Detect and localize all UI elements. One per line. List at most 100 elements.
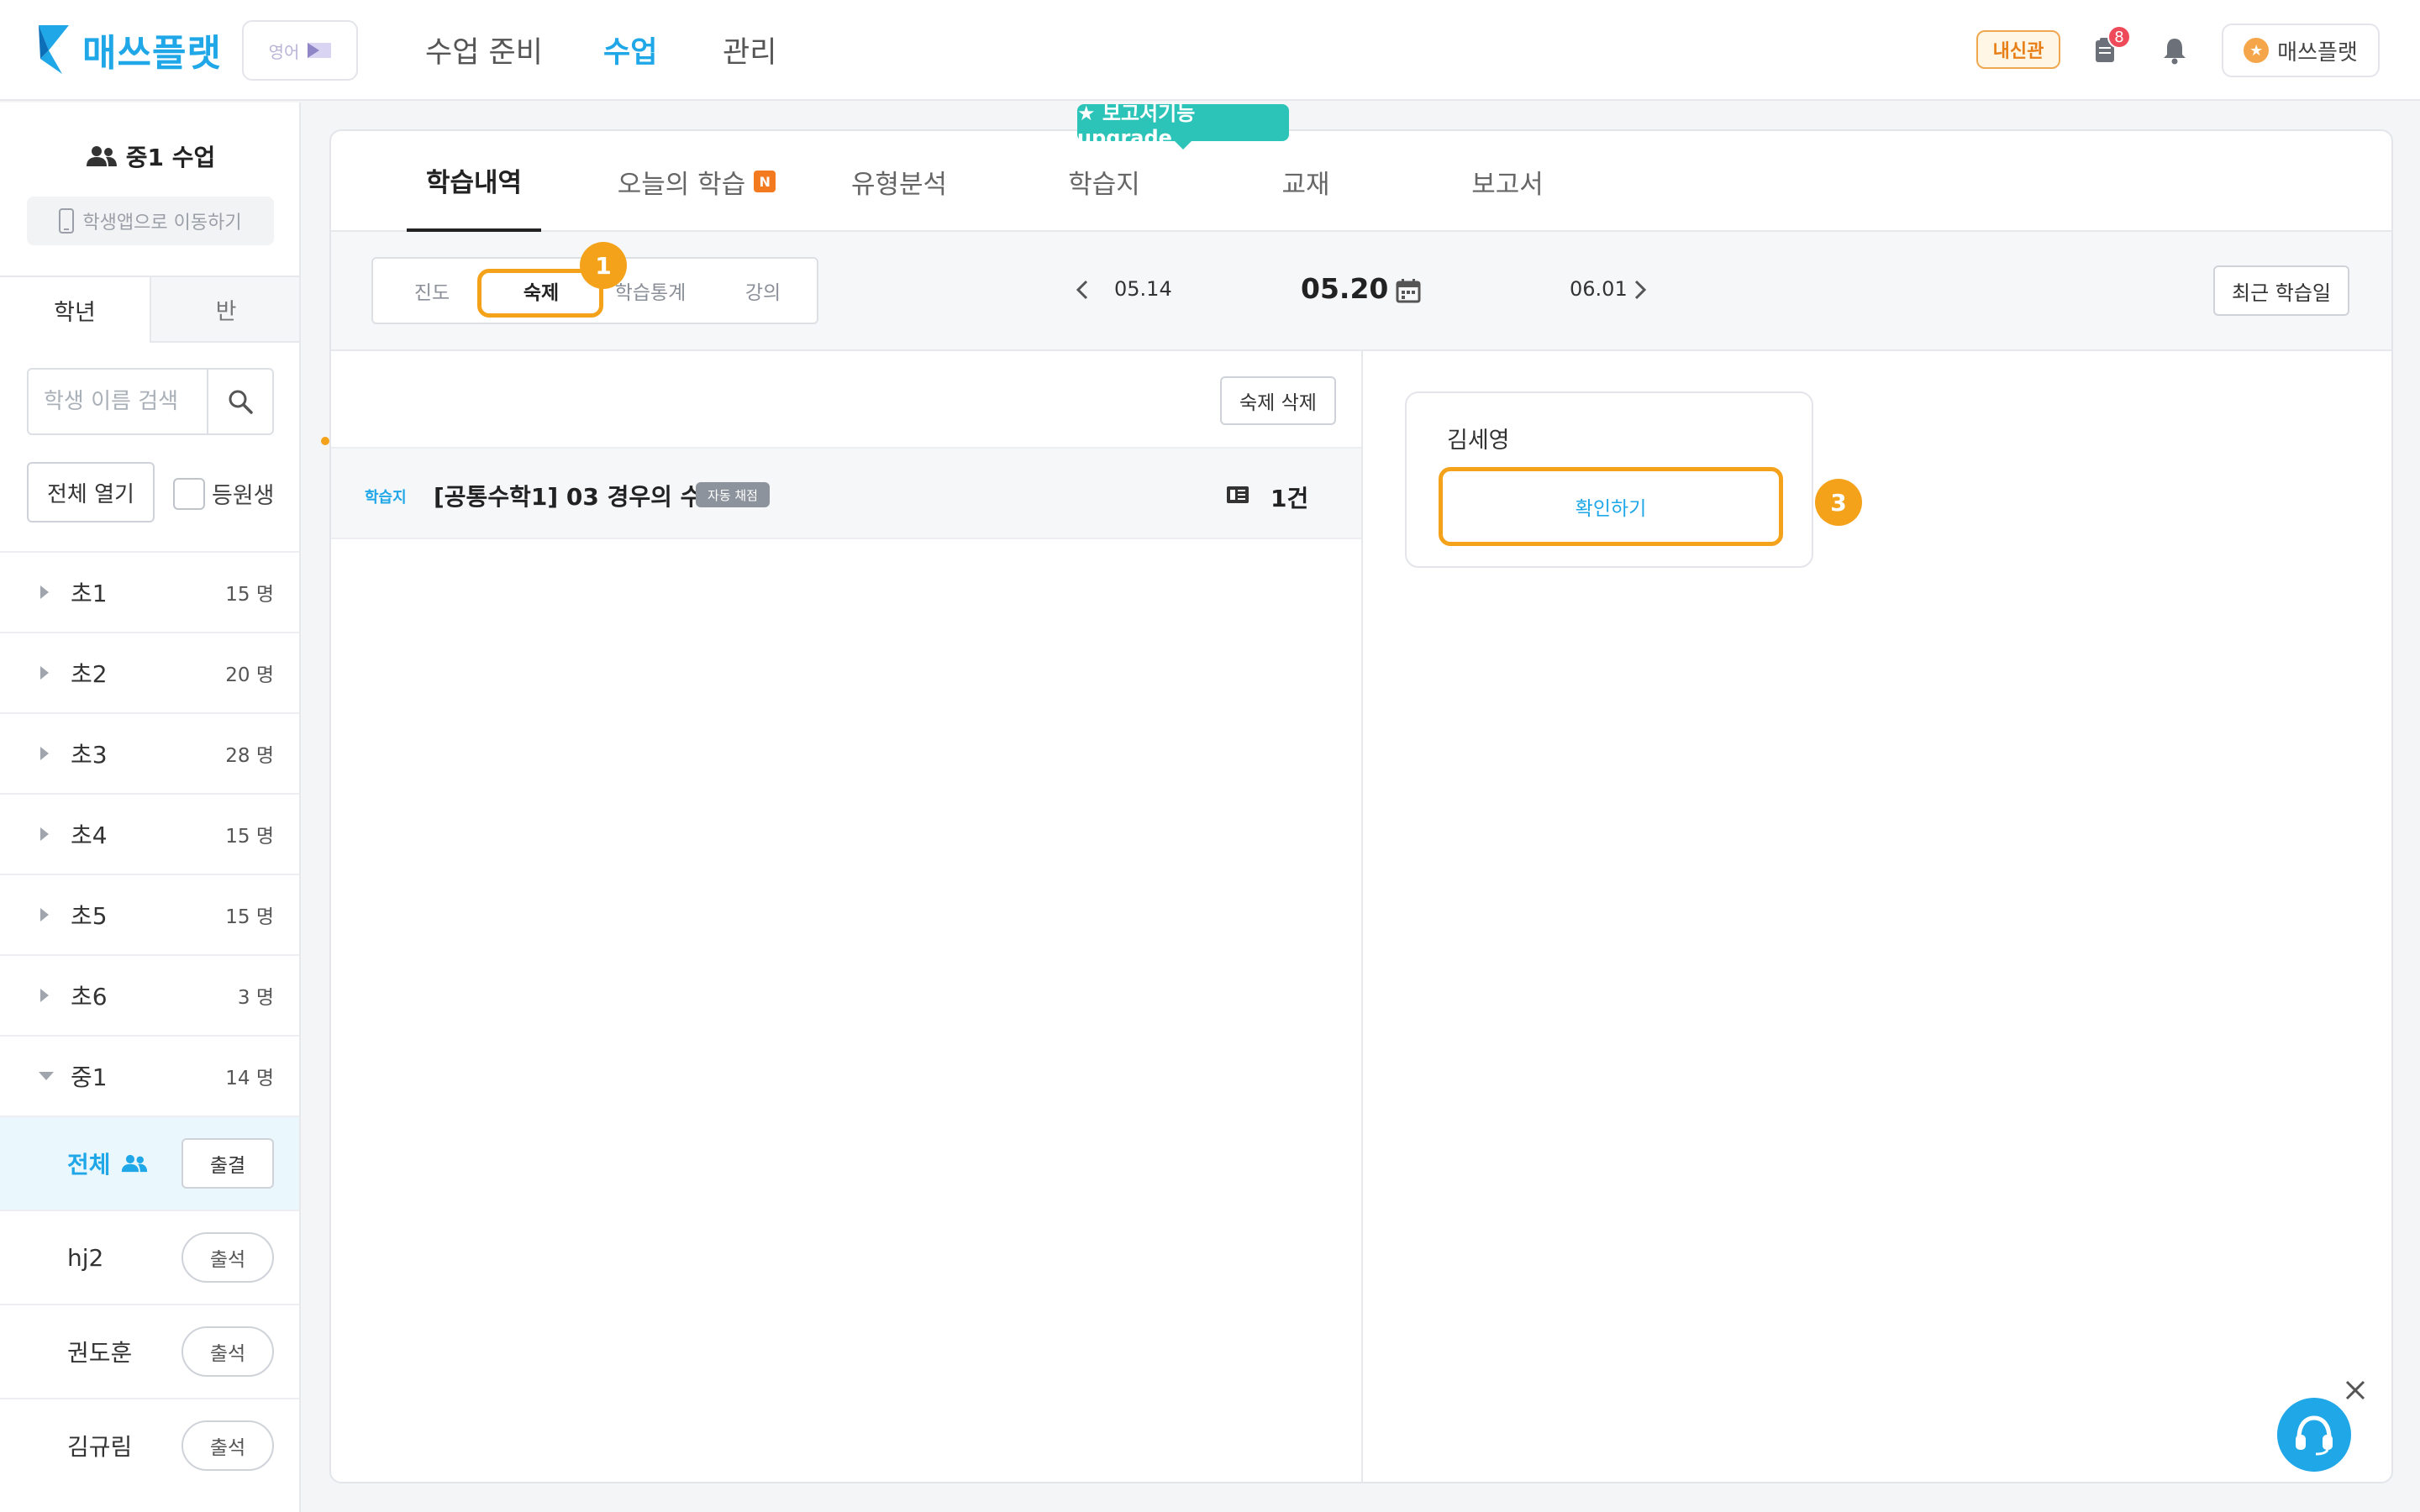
nav-manage[interactable]: 관리 (723, 29, 776, 71)
naesin-button[interactable]: 내신관 (1976, 30, 2060, 69)
grade-name: 초5 (71, 902, 108, 930)
confirm-button[interactable]: 확인하기 (1439, 467, 1783, 546)
chevron-right-icon[interactable] (1634, 279, 1647, 301)
grade-name: 중1 (71, 1063, 108, 1091)
student-row[interactable]: 권도훈 출석 (0, 1304, 299, 1398)
grade-name: 초1 (71, 580, 108, 607)
segment-homework[interactable]: 숙제 (491, 259, 592, 323)
grade-row[interactable]: 초4 15 명 (0, 793, 299, 874)
close-icon[interactable] (2343, 1378, 2368, 1403)
homework-type: 학습지 (365, 489, 407, 507)
caret-right-icon (40, 989, 49, 1002)
grade-name: 초3 (71, 741, 108, 769)
support-button[interactable] (2277, 1398, 2351, 1472)
tab-today-label: 오늘의 학습 (617, 169, 746, 200)
student-row[interactable]: 김규림 출석 (0, 1398, 299, 1492)
grade-row[interactable]: 초1 15 명 (0, 551, 299, 632)
attendance-button[interactable]: 출석 (182, 1420, 274, 1471)
caret-right-icon (40, 908, 49, 921)
language-label: 영어 (268, 41, 300, 62)
tab-report[interactable]: 보고서 (1423, 131, 1591, 232)
caret-right-icon (40, 747, 49, 760)
student-name: hj2 (67, 1243, 104, 1272)
segment-progress[interactable]: 진도 (373, 259, 491, 323)
student-card: 김세영 확인하기 (1405, 391, 1813, 568)
grade-count: 15 명 (225, 826, 274, 848)
student-app-label: 학생앱으로 이동하기 (82, 213, 242, 234)
attendance-all-button[interactable]: 출결 (182, 1138, 274, 1189)
search-button[interactable] (207, 370, 272, 433)
phone-icon (59, 208, 75, 234)
logo[interactable]: 매쓰플랫 (37, 22, 222, 77)
top-header: 매쓰플랫 영어 수업 준비 수업 관리 내신관 8 ★ 매쓰플랫 (0, 0, 2420, 101)
attendance-button[interactable]: 출석 (182, 1326, 274, 1377)
search-icon (229, 390, 253, 414)
nav-class[interactable]: 수업 (603, 29, 657, 71)
profile-button[interactable]: ★ 매쓰플랫 (2222, 24, 2380, 77)
headset-icon (2296, 1415, 2333, 1456)
enrolled-filter: 등원생 (173, 477, 275, 510)
student-app-button[interactable]: 학생앱으로 이동하기 (27, 197, 274, 245)
star-icon: ★ (2244, 38, 2270, 63)
segment-lecture[interactable]: 강의 (709, 259, 817, 323)
chevron-left-icon[interactable] (1076, 279, 1089, 301)
all-students-label: 전체 (67, 1151, 111, 1179)
people-icon (86, 146, 117, 166)
grade-count: 15 명 (225, 906, 274, 928)
prev-date[interactable]: 05.14 (1114, 277, 1172, 301)
step-marker-3: 3 (1815, 479, 1862, 526)
grade-count: 3 명 (237, 987, 274, 1009)
student-name: 권도훈 (67, 1339, 133, 1367)
tab-history[interactable]: 학습내역 (407, 131, 541, 232)
grade-row[interactable]: 초5 15 명 (0, 874, 299, 954)
grade-row[interactable]: 초3 28 명 (0, 712, 299, 793)
enrolled-checkbox[interactable] (173, 477, 205, 510)
recent-study-button[interactable]: 최근 학습일 (2213, 265, 2349, 316)
sidebar: 중1 수업 학생앱으로 이동하기 학년 반 전체 열기 등원생 초1 15 명 (0, 102, 301, 1512)
logo-mark-icon (39, 25, 69, 74)
all-students: 전체 (67, 1147, 148, 1180)
grade-count: 14 명 (225, 1068, 274, 1089)
homework-list-pane: 숙제 삭제 학습지 [공통수학1] 03 경우의 수1 자동 채점 1건 (331, 351, 1363, 1482)
grade-list: 초1 15 명 초2 20 명 초3 28 명 초4 15 명 초5 15 명 … (0, 551, 299, 1492)
grade-name: 초6 (71, 983, 108, 1011)
student-all-row[interactable]: 전체 출결 (0, 1116, 299, 1210)
homework-title: [공통수학1] 03 경우의 수1 (434, 483, 718, 511)
bell-icon[interactable] (2160, 35, 2190, 66)
homework-count: 1건 (1270, 485, 1309, 512)
caret-right-icon (40, 666, 49, 680)
tab-today[interactable]: 오늘의 학습 N (592, 131, 802, 232)
upgrade-tooltip: ★ 보고서기능 upgrade (1077, 102, 1289, 150)
new-badge: N (754, 171, 776, 192)
nav-class-prep[interactable]: 수업 준비 (425, 29, 543, 71)
student-search-input[interactable] (29, 370, 207, 433)
attendance-button[interactable]: 출석 (182, 1232, 274, 1283)
delete-homework-button[interactable]: 숙제 삭제 (1220, 376, 1336, 425)
auto-grade-badge: 자동 채점 (696, 482, 770, 507)
tab-type-analysis[interactable]: 유형분석 (815, 131, 983, 232)
grade-row[interactable]: 초2 20 명 (0, 632, 299, 712)
open-all-button[interactable]: 전체 열기 (27, 462, 155, 522)
caret-right-icon (40, 585, 49, 599)
next-date[interactable]: 06.01 (1570, 277, 1628, 301)
class-title-text: 중1 수업 (125, 144, 216, 171)
sidebar-tabs: 학년 반 (0, 276, 299, 343)
calendar-icon[interactable] (1395, 277, 1422, 304)
logo-text: 매쓰플랫 (82, 32, 222, 75)
student-card-name: 김세영 (1447, 428, 1510, 454)
grade-count: 28 명 (225, 745, 274, 767)
current-date: 05.20 (1301, 272, 1389, 305)
language-chip[interactable]: 영어 (242, 20, 358, 81)
homework-row[interactable]: 학습지 [공통수학1] 03 경우의 수1 자동 채점 1건 (331, 447, 1361, 539)
tab-grade[interactable]: 학년 (0, 277, 151, 343)
flag-icon (308, 43, 332, 58)
grade-row-expanded[interactable]: 중1 14 명 (0, 1035, 299, 1116)
grade-count: 15 명 (225, 584, 274, 606)
student-pane: 김세영 확인하기 3 (1363, 351, 2391, 1482)
caret-right-icon (40, 827, 49, 841)
grade-row[interactable]: 초6 3 명 (0, 954, 299, 1035)
notification-badge: 8 (2107, 25, 2131, 49)
people-icon (121, 1154, 147, 1173)
student-row[interactable]: hj2 출석 (0, 1210, 299, 1304)
tab-class[interactable]: 반 (151, 277, 299, 343)
